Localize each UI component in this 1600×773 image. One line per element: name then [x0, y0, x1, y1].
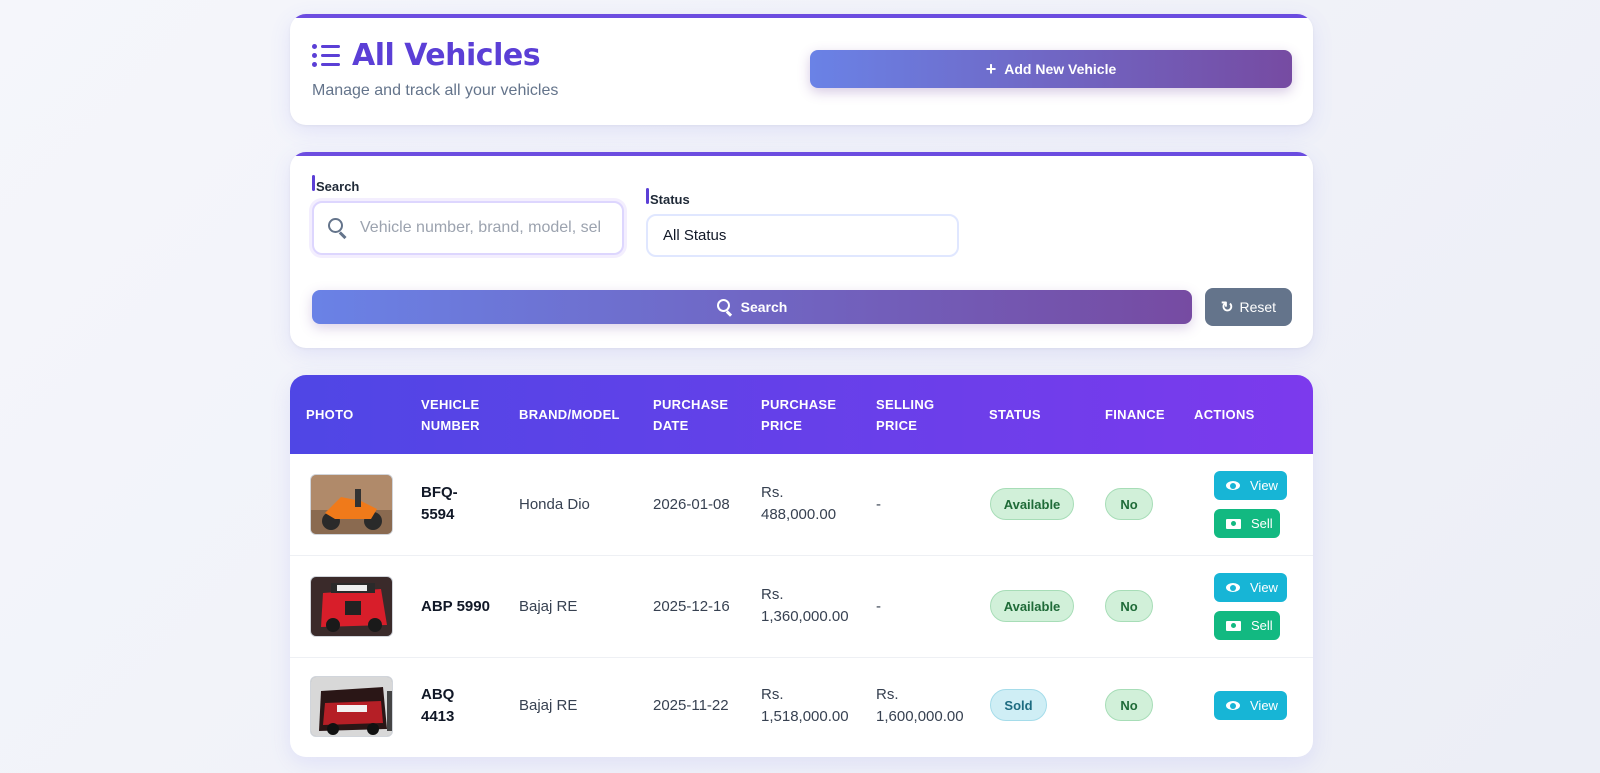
filter-card: Search Status All Status Search ↻ Reset: [290, 152, 1313, 348]
th-finance: FINANCE: [1105, 407, 1165, 422]
brand-model: Bajaj RE: [519, 598, 578, 615]
th-selling-price: SELLING PRICE: [876, 397, 935, 433]
reset-button[interactable]: ↻ Reset: [1205, 288, 1292, 326]
vehicle-photo[interactable]: [310, 576, 393, 637]
finance-badge: No: [1105, 590, 1153, 622]
redo-icon: ↻: [1220, 298, 1234, 316]
list-icon: [312, 43, 340, 69]
th-status: STATUS: [989, 407, 1041, 422]
purchase-price: Rs. 1,518,000.00: [761, 686, 849, 725]
purchase-price: Rs. 488,000.00: [761, 484, 837, 523]
view-button[interactable]: View: [1214, 471, 1287, 500]
eye-icon: [1226, 583, 1240, 592]
search-label: Search: [312, 175, 359, 194]
sell-button[interactable]: Sell: [1214, 611, 1280, 640]
vehicle-photo[interactable]: [310, 474, 393, 535]
vehicle-number: ABQ 4413: [421, 686, 455, 725]
status-badge: Sold: [990, 689, 1047, 721]
search-input[interactable]: [360, 219, 600, 237]
eye-icon: [1226, 701, 1240, 710]
add-new-vehicle-label: Add New Vehicle: [1004, 61, 1117, 77]
status-select-value: All Status: [663, 227, 727, 244]
finance-badge: No: [1105, 488, 1153, 520]
purchase-date: 2025-11-22: [653, 697, 729, 714]
table-row: ABP 5990 Bajaj RE 2025-12-16 Rs. 1,360,0…: [290, 556, 1313, 658]
selling-price: -: [876, 496, 881, 513]
th-purchase-price: PURCHASE PRICE: [761, 397, 837, 433]
sell-button[interactable]: Sell: [1214, 509, 1280, 538]
search-button-label: Search: [740, 299, 788, 315]
view-button[interactable]: View: [1214, 691, 1287, 720]
cash-icon: [1226, 518, 1241, 529]
search-icon: [328, 218, 348, 239]
status-badge: Available: [990, 590, 1074, 622]
brand-model: Honda Dio: [519, 496, 590, 513]
page-title: All Vehicles: [312, 38, 541, 73]
th-purchase-date: PURCHASE DATE: [653, 397, 729, 433]
search-field[interactable]: [312, 201, 624, 255]
table-header: PHOTO VEHICLE NUMBER BRAND/MODEL PURCHAS…: [290, 375, 1313, 454]
vehicles-table: PHOTO VEHICLE NUMBER BRAND/MODEL PURCHAS…: [290, 375, 1313, 757]
purchase-price: Rs. 1,360,000.00: [761, 586, 849, 625]
vehicle-photo[interactable]: [310, 676, 393, 737]
status-select[interactable]: All Status: [646, 214, 959, 257]
brand-model: Bajaj RE: [519, 697, 578, 714]
search-icon: [716, 299, 733, 317]
th-vehicle-number: VEHICLE NUMBER: [421, 397, 480, 433]
reset-button-label: Reset: [1239, 299, 1277, 315]
add-new-vehicle-button[interactable]: + Add New Vehicle: [810, 50, 1292, 88]
status-badge: Available: [990, 488, 1074, 520]
finance-badge: No: [1105, 689, 1153, 721]
th-photo: PHOTO: [306, 407, 354, 422]
table-row: ABQ 4413 Bajaj RE 2025-11-22 Rs. 1,518,0…: [290, 658, 1313, 756]
page-subtitle: Manage and track all your vehicles: [312, 82, 559, 99]
cash-icon: [1226, 620, 1241, 631]
table-row: BFQ- 5594 Honda Dio 2026-01-08 Rs. 488,0…: [290, 454, 1313, 556]
purchase-date: 2026-01-08: [653, 496, 730, 513]
view-button[interactable]: View: [1214, 573, 1287, 602]
th-brand-model: BRAND/MODEL: [519, 407, 620, 422]
plus-icon: +: [985, 59, 997, 79]
status-label: Status: [646, 188, 690, 207]
page-title-text: All Vehicles: [352, 38, 541, 73]
th-actions: ACTIONS: [1194, 407, 1255, 422]
search-button[interactable]: Search: [312, 290, 1192, 324]
eye-icon: [1226, 481, 1240, 490]
selling-price: Rs. 1,600,000.00: [876, 686, 964, 725]
selling-price: -: [876, 598, 881, 615]
page-container: All Vehicles Manage and track all your v…: [290, 14, 1313, 757]
vehicle-number: ABP 5990: [421, 598, 490, 615]
header-card: All Vehicles Manage and track all your v…: [290, 14, 1313, 125]
vehicle-number: BFQ- 5594: [421, 484, 458, 523]
purchase-date: 2025-12-16: [653, 598, 730, 615]
